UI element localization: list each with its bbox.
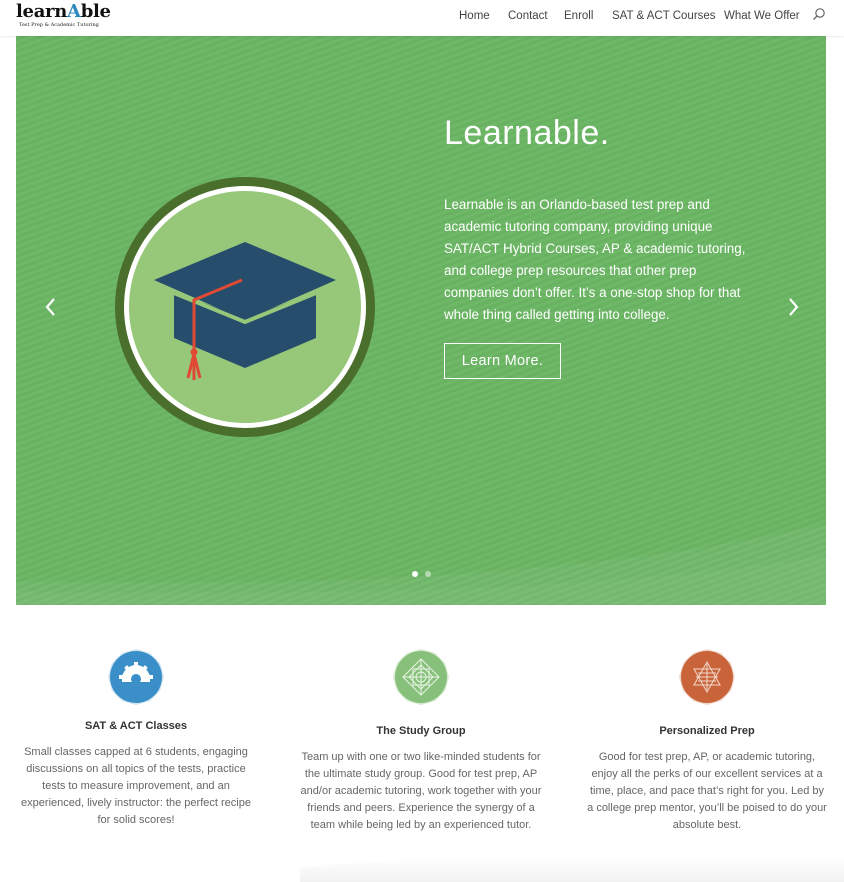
site-header: learnAble Test Prep & Academic Tutoring … <box>0 0 844 36</box>
feature-description: Good for test prep, AP, or academic tuto… <box>587 751 827 831</box>
chevron-left-icon[interactable] <box>42 296 60 318</box>
nav-sat-act-courses[interactable]: SAT & ACT Courses <box>612 10 716 22</box>
nav-what-we-offer[interactable]: What We Offer <box>724 10 800 22</box>
main-nav: Home Contact Enroll SAT & ACT Courses Wh… <box>0 10 844 26</box>
diamond-pattern-icon <box>393 649 449 705</box>
graduation-cap-icon <box>115 177 375 437</box>
hero-slider: Learnable. Learnable is an Orlando-based… <box>16 36 826 605</box>
feature-study-group: The Study Group Team up with one or two … <box>298 648 544 868</box>
nav-enroll[interactable]: Enroll <box>564 10 593 22</box>
feature-description: Team up with one or two like-minded stud… <box>300 751 542 831</box>
slider-dot-1[interactable] <box>412 571 418 577</box>
hero-title: Learnable. <box>444 114 610 152</box>
feature-title: The Study Group <box>376 725 466 737</box>
feature-personalized-prep: Personalized Prep Good for test prep, AP… <box>586 648 828 848</box>
nav-contact[interactable]: Contact <box>508 10 548 22</box>
slider-pagination <box>410 571 434 579</box>
star-pattern-icon <box>679 649 735 705</box>
bottom-shadow-decoration <box>300 858 844 882</box>
feature-title: SAT & ACT Classes <box>84 720 188 732</box>
gear-icon <box>108 649 164 705</box>
slider-dot-2[interactable] <box>425 571 431 577</box>
feature-title: Personalized Prep <box>659 725 755 737</box>
chevron-right-icon[interactable] <box>784 296 802 318</box>
feature-description: Small classes capped at 6 students, enga… <box>21 746 251 826</box>
nav-home[interactable]: Home <box>459 10 490 22</box>
search-icon[interactable] <box>812 7 826 21</box>
learn-more-button[interactable]: Learn More. <box>444 343 561 379</box>
feature-sat-act-classes: SAT & ACT Classes Small classes capped a… <box>16 648 256 848</box>
hero-description: Learnable is an Orlando-based test prep … <box>444 197 746 322</box>
